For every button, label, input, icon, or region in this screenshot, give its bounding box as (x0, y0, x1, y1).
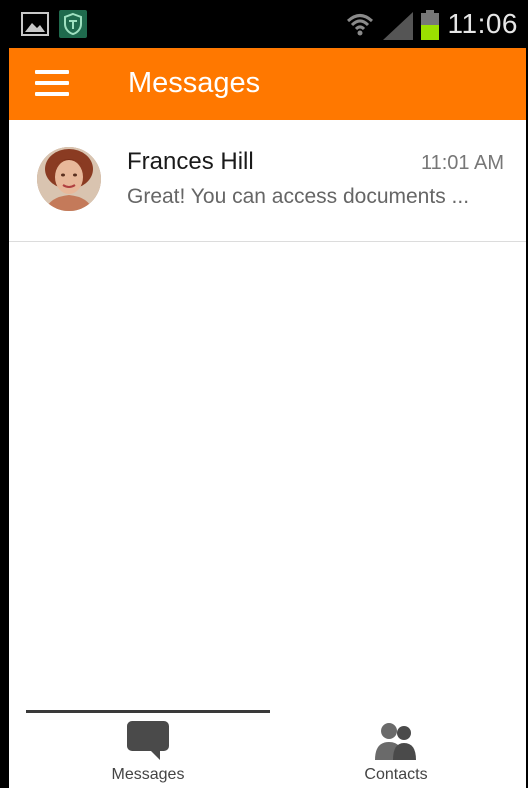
shield-icon (59, 10, 87, 38)
tab-contacts[interactable]: Contacts (267, 716, 525, 788)
avatar (37, 147, 101, 211)
signal-icon (381, 12, 415, 40)
chat-bubble-icon (126, 720, 170, 767)
message-preview: Great! You can access documents ... (127, 185, 470, 208)
contact-name: Frances Hill (127, 148, 254, 175)
message-time: 11:01 AM (420, 152, 504, 174)
bottom-navigation: Messages Contacts (9, 706, 526, 788)
device-frame-left (0, 0, 9, 788)
page-title: Messages (128, 67, 261, 99)
tab-label-messages: Messages (111, 766, 185, 783)
status-bar: 11:06 (9, 0, 526, 48)
gallery-icon (21, 12, 49, 36)
active-tab-indicator (26, 710, 270, 713)
tab-messages[interactable]: Messages (19, 716, 277, 788)
action-bar: Messages (9, 48, 526, 120)
contacts-icon (372, 720, 420, 767)
battery-icon (421, 10, 439, 40)
wifi-icon (345, 10, 375, 40)
hamburger-menu-icon[interactable] (35, 70, 69, 98)
tab-label-contacts: Contacts (364, 766, 428, 783)
list-item-conversation[interactable]: Frances Hill 11:01 AM Great! You can acc… (9, 120, 526, 242)
status-time: 11:06 (447, 8, 518, 39)
